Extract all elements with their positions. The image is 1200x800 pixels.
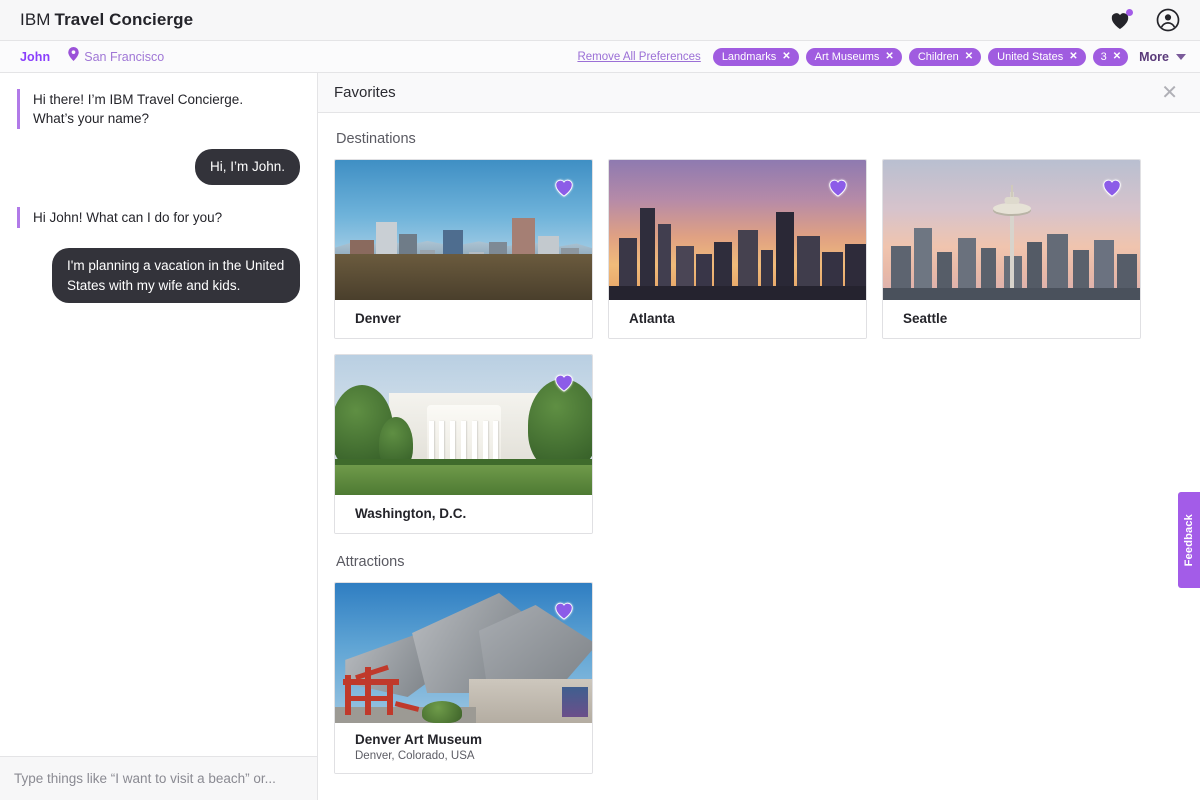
preference-tag-label: United States — [997, 50, 1064, 63]
remove-tag-icon[interactable]: ✕ — [885, 51, 893, 62]
brand-prefix: IBM — [20, 10, 51, 29]
preference-tag-landmarks[interactable]: Landmarks ✕ — [712, 47, 799, 66]
header-actions — [1106, 6, 1182, 34]
card-title: Washington, D.C. — [355, 506, 467, 521]
chat-message-bot: Hi there! I’m IBM Travel Concierge. What… — [17, 89, 287, 130]
card-title: Denver — [355, 311, 401, 326]
preference-tag-label: Children — [917, 50, 959, 63]
remove-tag-icon[interactable]: ✕ — [965, 51, 973, 62]
card-image-denver — [335, 160, 592, 300]
card-label: Denver Art Museum Denver, Colorado, USA — [335, 723, 592, 773]
destinations-card-grid: Denver Atlanta Seattle Washington, D.C. — [334, 159, 1184, 534]
chevron-down-icon — [1176, 53, 1186, 60]
card-title: Atlanta — [629, 311, 675, 326]
favorites-header: Favorites ✕ — [318, 73, 1200, 113]
card-label: Washington, D.C. — [335, 495, 592, 533]
main-content: Hi there! I’m IBM Travel Concierge. What… — [0, 73, 1200, 800]
favorites-panel: Favorites ✕ Destinations Denver Atlanta … — [318, 73, 1200, 800]
card-image-washington-dc — [335, 355, 592, 495]
attraction-card-denver-art-museum[interactable]: Denver Art Museum Denver, Colorado, USA — [334, 582, 593, 774]
app-header: IBM Travel Concierge — [0, 0, 1200, 41]
destination-card-denver[interactable]: Denver — [334, 159, 593, 339]
remove-overflow-icon[interactable]: ✕ — [1113, 51, 1121, 62]
overflow-count-label: 3 — [1100, 50, 1107, 63]
chat-input[interactable] — [14, 771, 303, 786]
location-label: San Francisco — [84, 49, 165, 64]
user-name[interactable]: John — [20, 50, 50, 64]
preference-bar: John San Francisco Remove All Preference… — [0, 41, 1200, 73]
app-title: IBM Travel Concierge — [20, 10, 193, 30]
card-title: Denver Art Museum — [355, 732, 483, 747]
user-account-icon[interactable] — [1154, 6, 1182, 34]
preference-tag-art-museums[interactable]: Art Museums ✕ — [805, 47, 902, 66]
chat-message-user-row: Hi, I’m John. — [0, 149, 300, 185]
favorites-heart-icon[interactable] — [1106, 6, 1134, 34]
favorite-heart-icon[interactable] — [553, 600, 575, 625]
preference-overflow-count-badge[interactable]: 3 ✕ — [1092, 47, 1129, 66]
chat-panel: Hi there! I’m IBM Travel Concierge. What… — [0, 73, 318, 800]
favorite-heart-icon[interactable] — [1101, 177, 1123, 202]
more-label: More — [1139, 49, 1169, 64]
chat-message-bot: Hi John! What can I do for you? — [17, 206, 287, 229]
card-label: Atlanta — [609, 300, 866, 338]
section-title-attractions: Attractions — [336, 554, 405, 570]
favorite-heart-icon[interactable] — [553, 177, 575, 202]
favorite-heart-icon[interactable] — [553, 372, 575, 397]
remove-tag-icon[interactable]: ✕ — [1069, 51, 1077, 62]
sculpture-shape — [343, 663, 429, 715]
chat-input-container — [0, 756, 317, 800]
feedback-tab[interactable]: Feedback — [1178, 492, 1200, 588]
chat-message-user: I'm planning a vacation in the United St… — [52, 248, 300, 304]
destination-card-atlanta[interactable]: Atlanta — [608, 159, 867, 339]
chat-message-user-row: I'm planning a vacation in the United St… — [0, 248, 300, 304]
location-selector[interactable]: San Francisco — [68, 47, 164, 66]
favorites-body: Destinations Denver Atlanta Seattle Wash… — [318, 113, 1200, 800]
preference-tag-label: Landmarks — [721, 50, 777, 63]
destination-card-seattle[interactable]: Seattle — [882, 159, 1141, 339]
card-subtitle: Denver, Colorado, USA — [355, 750, 475, 762]
location-pin-icon — [68, 47, 80, 66]
preference-tag-label: Art Museums — [814, 50, 880, 63]
close-icon[interactable]: ✕ — [1155, 79, 1184, 107]
more-preferences-button[interactable]: More — [1139, 50, 1186, 64]
destination-card-washington-dc[interactable]: Washington, D.C. — [334, 354, 593, 534]
attractions-card-grid: Denver Art Museum Denver, Colorado, USA — [334, 582, 1184, 774]
remove-all-preferences-link[interactable]: Remove All Preferences — [577, 51, 700, 63]
card-label: Seattle — [883, 300, 1140, 338]
preference-tag-children[interactable]: Children ✕ — [908, 47, 982, 66]
brand-name: Travel Concierge — [54, 10, 194, 29]
card-image-atlanta — [609, 160, 866, 300]
card-image-denver-art-museum — [335, 583, 592, 723]
card-label: Denver — [335, 300, 592, 338]
section-title-destinations: Destinations — [336, 131, 416, 147]
remove-tag-icon[interactable]: ✕ — [782, 51, 790, 62]
chat-message-list: Hi there! I’m IBM Travel Concierge. What… — [0, 73, 317, 756]
favorites-title: Favorites — [334, 84, 396, 101]
preference-tag-united-states[interactable]: United States ✕ — [988, 47, 1086, 66]
notification-dot — [1126, 9, 1133, 16]
chat-message-user: Hi, I’m John. — [194, 149, 300, 185]
favorite-heart-icon[interactable] — [827, 177, 849, 202]
card-title: Seattle — [903, 311, 948, 326]
feedback-label: Feedback — [1183, 513, 1195, 567]
card-image-seattle — [883, 160, 1140, 300]
